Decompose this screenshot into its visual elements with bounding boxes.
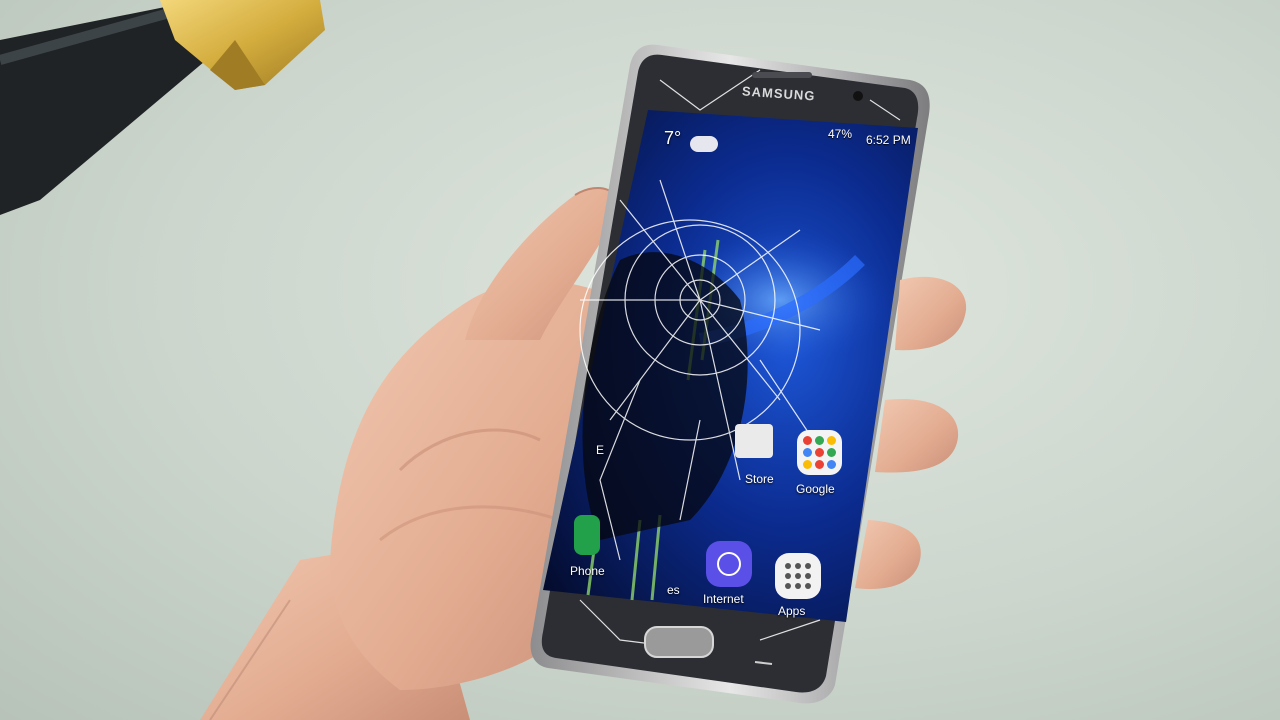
play-store-icon[interactable] xyxy=(735,424,773,458)
photo-scene: SAMSUNG 47% 6:52 PM 7° Google Store Inte… xyxy=(0,0,1280,720)
internet-icon[interactable] xyxy=(706,541,752,587)
play-store-label: Store xyxy=(745,472,774,486)
edge-app-label: E xyxy=(596,443,605,457)
globe-icon xyxy=(717,552,741,576)
weather-temp: 7° xyxy=(664,128,682,148)
scene-illustration xyxy=(0,0,967,720)
google-label: Google xyxy=(796,482,835,496)
battery-level: 47% xyxy=(828,127,853,141)
cloud-icon xyxy=(690,136,718,152)
phone-app-label: Phone xyxy=(570,564,605,578)
status-time: 6:52 PM xyxy=(866,133,911,147)
phone-app-icon[interactable] xyxy=(574,515,600,555)
apps-label: Apps xyxy=(778,604,806,618)
hammer xyxy=(0,0,325,215)
messages-label: es xyxy=(667,583,680,597)
internet-label: Internet xyxy=(703,592,744,606)
apps-icon[interactable] xyxy=(775,553,821,599)
home-button xyxy=(644,626,714,658)
google-folder-icon[interactable] xyxy=(797,430,842,475)
